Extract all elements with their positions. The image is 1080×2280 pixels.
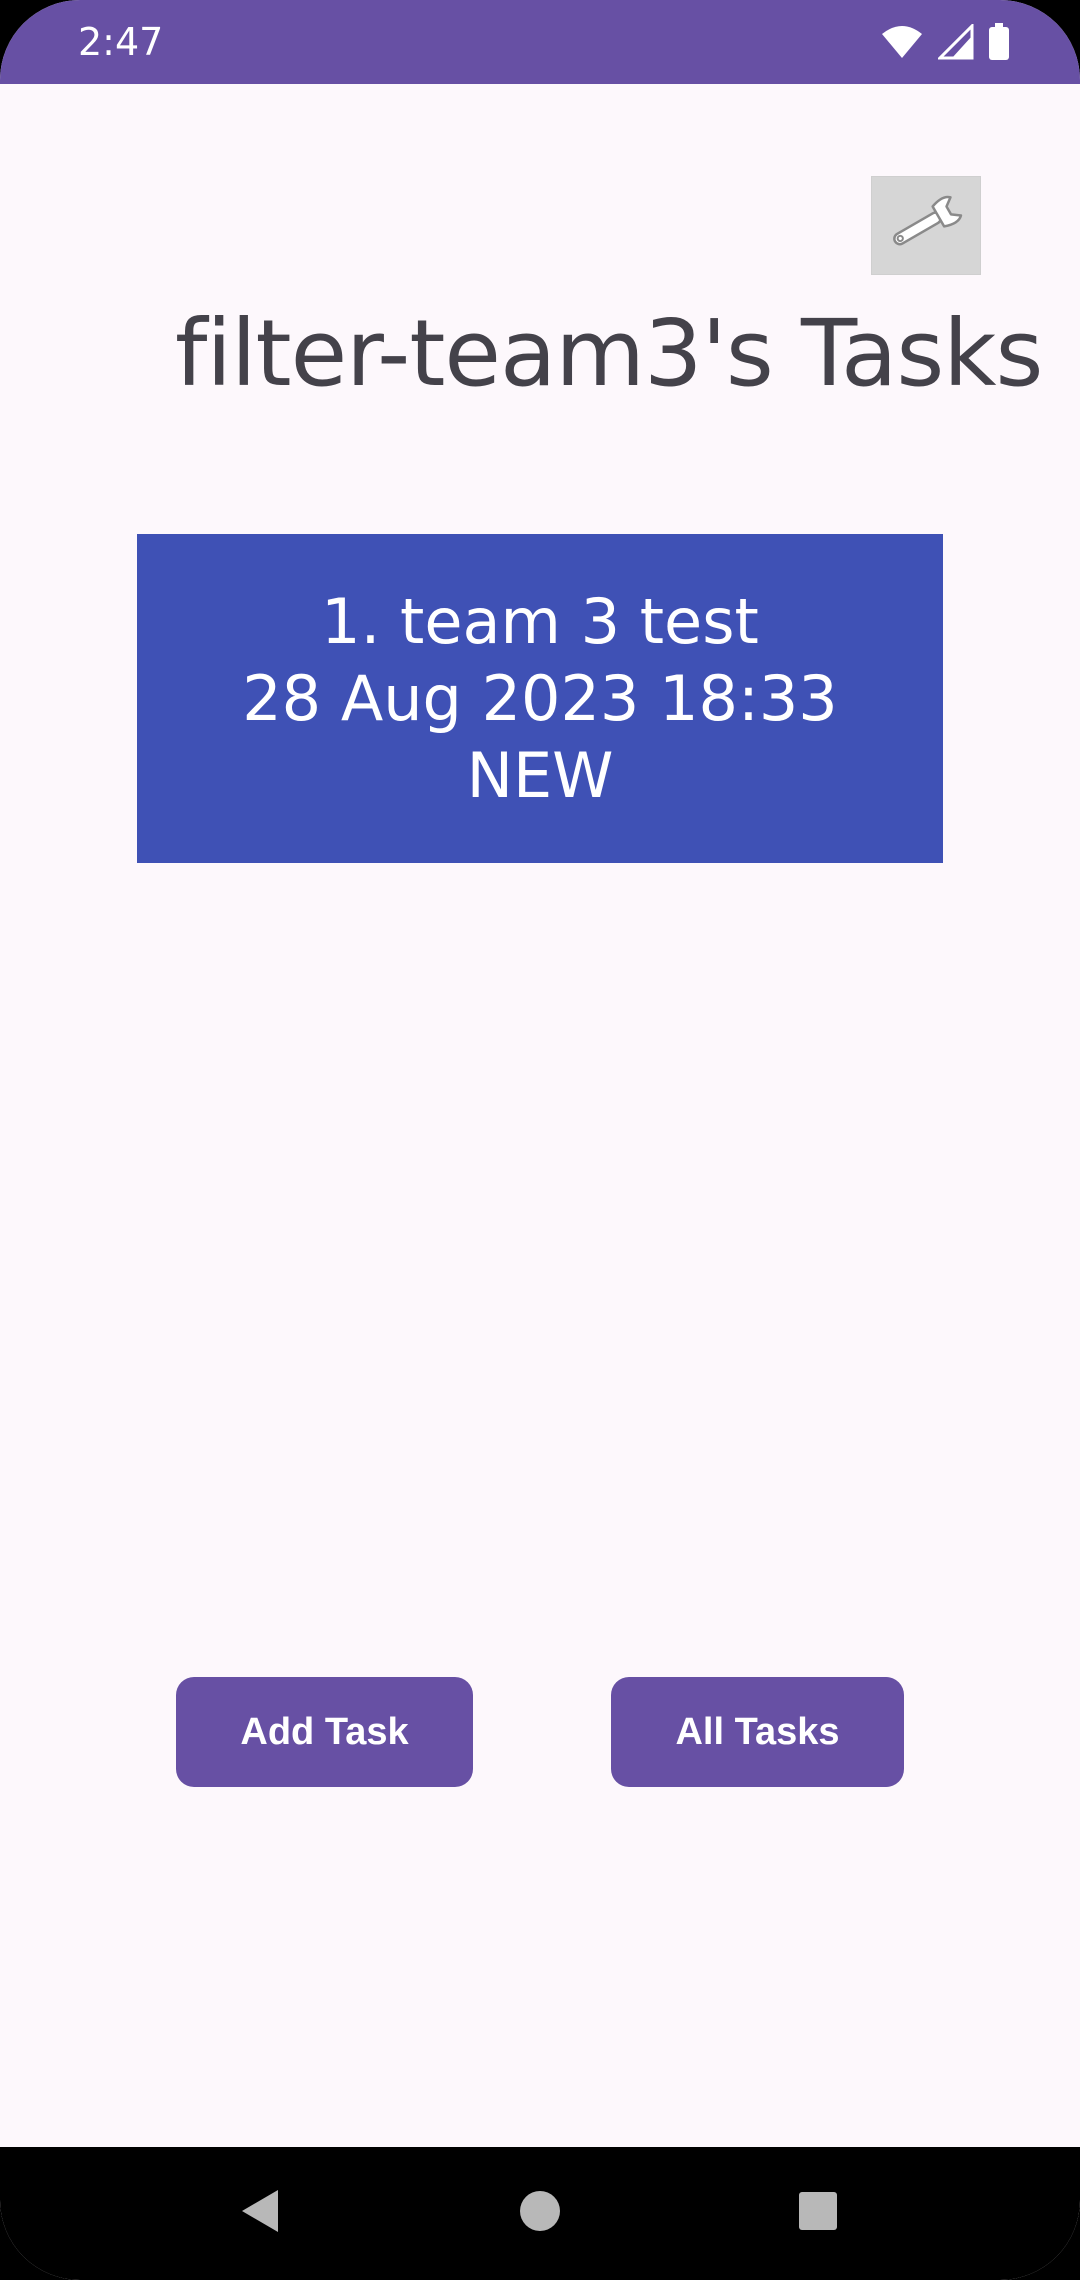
- task-date: 28 Aug 2023 18:33: [242, 662, 838, 735]
- status-bar: 2:47: [0, 0, 1080, 84]
- home-icon: [518, 2189, 562, 2238]
- app-screen: 2:47 filter-team3's Tasks 1. team 3 test…: [0, 0, 1080, 2280]
- task-title: 1. team 3 test: [321, 585, 759, 658]
- all-tasks-button[interactable]: All Tasks: [611, 1677, 904, 1787]
- nav-recents-button[interactable]: [788, 2183, 848, 2243]
- settings-button[interactable]: [871, 176, 981, 275]
- status-time: 2:47: [78, 20, 164, 64]
- wrench-icon: [884, 193, 968, 258]
- status-icons: [880, 22, 1010, 62]
- battery-icon: [988, 23, 1010, 61]
- task-item[interactable]: 1. team 3 test 28 Aug 2023 18:33 NEW: [137, 534, 943, 863]
- wifi-icon: [880, 24, 924, 60]
- nav-home-button[interactable]: [510, 2183, 570, 2243]
- back-icon: [238, 2188, 282, 2239]
- task-status: NEW: [466, 739, 614, 812]
- add-task-button[interactable]: Add Task: [176, 1677, 473, 1787]
- navigation-bar: [0, 2147, 1080, 2280]
- signal-icon: [938, 24, 974, 60]
- nav-back-button[interactable]: [230, 2183, 290, 2243]
- page-title: filter-team3's Tasks: [175, 300, 1043, 407]
- recents-icon: [797, 2190, 839, 2237]
